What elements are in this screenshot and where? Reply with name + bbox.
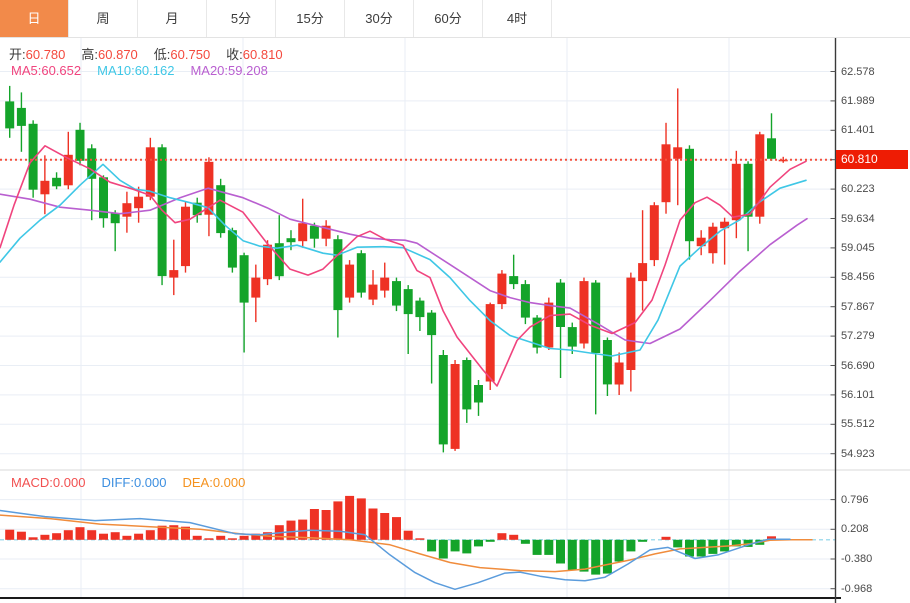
axis-label-main-4: 60.223: [841, 183, 875, 195]
price-badge: 60.810: [836, 150, 908, 169]
grid-layer: [0, 38, 836, 598]
tab-period-5[interactable]: 30分: [345, 0, 414, 37]
tab-period-0[interactable]: 日: [0, 0, 69, 37]
axis-label-main-2: 61.401: [841, 124, 875, 136]
row-macd-item-2: DEA:0.000: [182, 475, 246, 490]
row-ma-item-2: MA20:59.208: [190, 63, 268, 78]
axis-label-macd-3: -0.968: [841, 583, 873, 595]
tab-period-3[interactable]: 5分: [207, 0, 276, 37]
period-tabbar: 日周月 5分 15分 30分 60分 4时: [0, 0, 910, 38]
row-ohlc-item-3: 收:60.810: [226, 47, 283, 62]
axis-label-main-12: 55.512: [841, 418, 875, 430]
ma-legend: MA5:60.652 MA10:60.162 MA20:59.208: [11, 63, 284, 78]
row-ohlc-item-1: 高:60.870: [81, 47, 138, 62]
axis-label-main-11: 56.101: [841, 389, 875, 401]
axis-label-main-9: 57.279: [841, 330, 875, 342]
chart-canvas: [0, 38, 910, 603]
candlestick-layer: [5, 85, 788, 453]
kline-app-window: { "tabs": { "items": [ {"label": "日", "a…: [0, 0, 910, 603]
axis-label-macd-0: 0.796: [841, 494, 869, 506]
row-macd-item-0: MACD:0.000: [11, 475, 86, 490]
tab-period-7[interactable]: 4时: [483, 0, 552, 37]
tab-period-1[interactable]: 周: [69, 0, 138, 37]
axis-label-main-13: 54.923: [841, 448, 875, 460]
row-ohlc-item-2: 低:60.750: [153, 47, 211, 62]
axis-label-main-10: 56.690: [841, 360, 875, 372]
tab-period-2[interactable]: 月: [138, 0, 207, 37]
row-ma-item-1: MA10:60.162: [97, 63, 175, 78]
macd-legend: MACD:0.000 DIFF:0.000 DEA:0.000: [11, 475, 261, 490]
axis-label-main-1: 61.989: [841, 95, 875, 107]
axis-label-main-8: 57.867: [841, 301, 875, 313]
ohlc-readout: 开:60.780 高:60.870 低:60.750 收:60.810: [9, 44, 299, 63]
axis-label-main-6: 59.045: [841, 242, 875, 254]
axis-label-main-5: 59.634: [841, 213, 875, 225]
row-macd-item-1: DIFF:0.000: [101, 475, 167, 490]
macd-layer: [0, 495, 836, 591]
tab-period-4[interactable]: 15分: [276, 0, 345, 37]
row-ohlc-item-0: 开:60.780: [9, 47, 66, 62]
row-ma-item-0: MA5:60.652: [11, 63, 82, 78]
tab-period-6[interactable]: 60分: [414, 0, 483, 37]
axis-label-macd-2: -0.380: [841, 553, 873, 565]
axis-label-main-7: 58.456: [841, 271, 875, 283]
axis-label-main-0: 62.578: [841, 66, 875, 78]
axis-label-macd-1: 0.208: [841, 523, 869, 535]
